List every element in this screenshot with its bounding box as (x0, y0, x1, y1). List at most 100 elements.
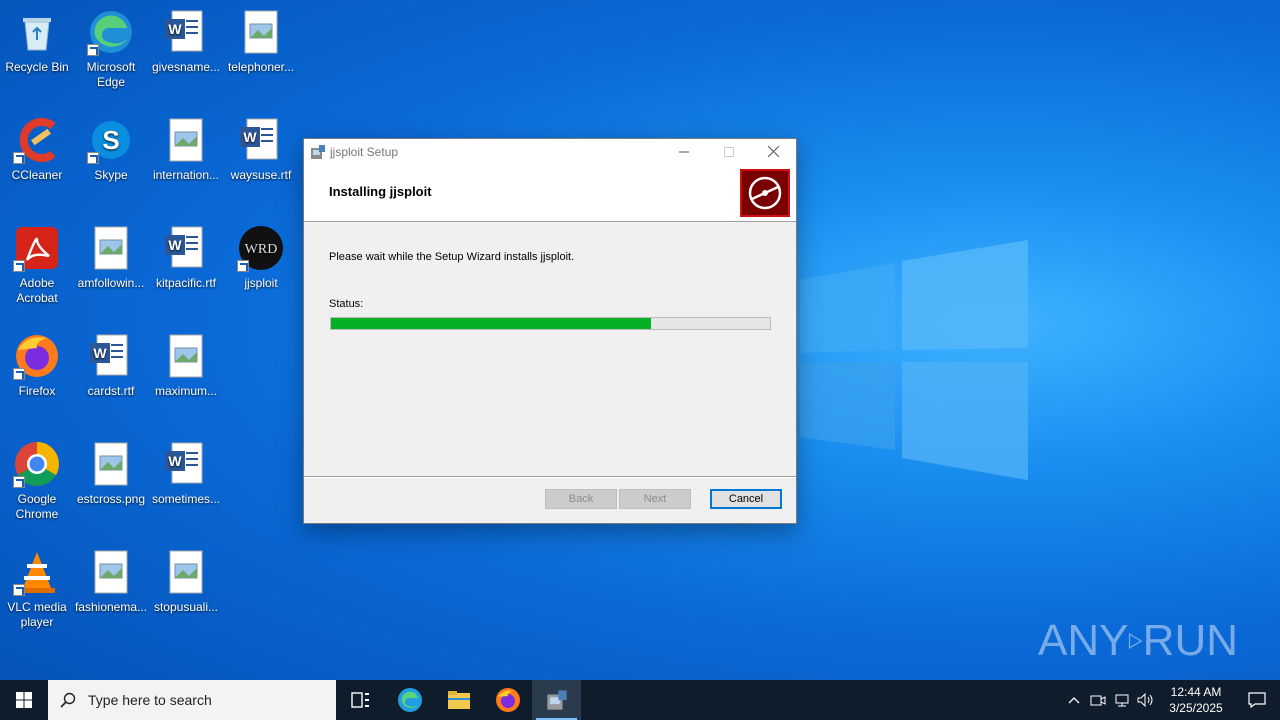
desktop-icon-label: internation... (152, 168, 220, 182)
taskbar-installer[interactable] (532, 680, 581, 720)
image-file-icon (162, 116, 210, 164)
shortcut-arrow-icon (13, 476, 25, 488)
desktop-icon[interactable]: WRD jjsploit (223, 224, 299, 291)
desktop-icon-label: Google Chrome (15, 492, 59, 521)
desktop-icon[interactable]: estcross.png (73, 440, 149, 507)
notification-icon (1248, 692, 1266, 708)
file-explorer-icon (447, 691, 470, 709)
desktop-icon[interactable]: stopusuali... (148, 548, 224, 615)
svg-text:W: W (93, 345, 107, 361)
desktop-icon-label: stopusuali... (153, 600, 219, 614)
desktop-icon-label: amfollowin... (77, 276, 145, 290)
cancel-button[interactable]: Cancel (710, 489, 782, 509)
minimize-icon (678, 151, 689, 152)
network-icon (1115, 694, 1129, 707)
installer-icon (311, 144, 325, 159)
install-message: Please wait while the Setup Wizard insta… (329, 251, 575, 263)
system-tray: 12:44 AM 3/25/2025 (1062, 680, 1280, 720)
status-label: Status: (329, 298, 364, 310)
vlc-icon (13, 548, 61, 596)
desktop-icon-label: givesname... (151, 60, 221, 74)
desktop-icon[interactable]: CCleaner (0, 116, 75, 183)
taskbar: Type here to search 12:44 AM 3/25/2025 (0, 680, 1280, 720)
word-doc-icon: W (162, 8, 210, 56)
task-view-icon (350, 692, 369, 708)
watermark-left: ANY (1038, 616, 1129, 665)
desktop-icon-label: CCleaner (11, 168, 63, 182)
header-title: Installing jjsploit (329, 184, 432, 199)
installer-icon (546, 690, 567, 710)
minimize-button[interactable] (661, 139, 706, 164)
desktop-icon[interactable]: maximum... (148, 332, 224, 399)
edge-icon (87, 8, 135, 56)
maximize-button (706, 139, 751, 164)
desktop-icon[interactable]: VLC media player (0, 548, 75, 630)
shortcut-arrow-icon (237, 260, 249, 272)
desktop-icon[interactable]: Wwaysuse.rtf (223, 116, 299, 183)
windows-wallpaper-logo (800, 240, 1028, 480)
desktop-icon[interactable]: Wgivesname... (148, 8, 224, 75)
recycle-bin-icon (13, 8, 61, 56)
dialog-titlebar[interactable]: jjsploit Setup (304, 139, 796, 164)
desktop-icon-label: sometimes... (151, 492, 220, 506)
volume-button[interactable] (1134, 693, 1158, 707)
desktop-icon[interactable]: Microsoft Edge (73, 8, 149, 90)
desktop-icon[interactable]: S Skype (73, 116, 149, 183)
svg-text:WRD: WRD (245, 242, 278, 257)
word-doc-icon: W (162, 440, 210, 488)
desktop-icon-label: Recycle Bin (5, 60, 69, 74)
taskbar-edge[interactable] (385, 680, 434, 720)
show-hidden-icons-button[interactable] (1062, 696, 1086, 704)
taskbar-file-explorer[interactable] (434, 680, 483, 720)
desktop-icon[interactable]: Wcardst.rtf (73, 332, 149, 399)
desktop-icon-label: Adobe Acrobat (16, 276, 58, 305)
installer-banner (740, 169, 790, 217)
desktop-icon[interactable]: Firefox (0, 332, 75, 399)
desktop-icon[interactable]: Google Chrome (0, 440, 75, 522)
firefox-icon (495, 688, 520, 712)
start-button[interactable] (0, 680, 48, 720)
network-button[interactable] (1110, 693, 1134, 707)
search-placeholder: Type here to search (88, 692, 212, 708)
acrobat-icon (13, 224, 61, 272)
task-view-button[interactable] (336, 680, 385, 720)
jjsploit-icon: WRD (237, 224, 285, 272)
watermark-right: RUN (1142, 616, 1238, 665)
svg-text:W: W (243, 129, 257, 145)
close-icon (768, 146, 779, 157)
meet-now-button[interactable] (1086, 693, 1110, 707)
camera-icon (1090, 695, 1106, 706)
svg-text:W: W (168, 237, 182, 253)
search-icon (60, 692, 76, 708)
desktop-icon[interactable]: Wsometimes... (148, 440, 224, 507)
taskbar-clock[interactable]: 12:44 AM 3/25/2025 (1158, 684, 1234, 716)
clock-date: 3/25/2025 (1169, 701, 1223, 715)
ccleaner-icon (13, 116, 61, 164)
desktop-icon[interactable]: Recycle Bin (0, 8, 75, 75)
image-file-icon (162, 548, 210, 596)
windows-start-icon (16, 692, 32, 708)
desktop-icon-label: Firefox (18, 384, 56, 398)
desktop-icon[interactable]: fashionema... (73, 548, 149, 615)
desktop-icon[interactable]: internation... (148, 116, 224, 183)
desktop-icon[interactable]: telephoner... (223, 8, 299, 75)
maximize-icon (723, 146, 734, 157)
desktop-icon[interactable]: Wkitpacific.rtf (148, 224, 224, 291)
close-button[interactable] (751, 139, 796, 164)
shortcut-arrow-icon (13, 368, 25, 380)
word-doc-icon: W (237, 116, 285, 164)
svg-text:S: S (102, 125, 119, 155)
desktop-icon[interactable]: amfollowin... (73, 224, 149, 291)
dialog-window-title: jjsploit Setup (330, 144, 399, 159)
image-file-icon (87, 224, 135, 272)
desktop-icon[interactable]: Adobe Acrobat (0, 224, 75, 306)
play-triangle-icon (1129, 633, 1143, 649)
anyrun-watermark: ANY RUN (1038, 608, 1238, 674)
image-file-icon (87, 548, 135, 596)
action-center-button[interactable] (1234, 692, 1280, 708)
image-file-icon (237, 8, 285, 56)
taskbar-firefox[interactable] (483, 680, 532, 720)
taskbar-search-box[interactable]: Type here to search (48, 680, 336, 720)
setup-dialog: jjsploit Setup Installing jjsploit Pleas… (303, 138, 797, 524)
shortcut-arrow-icon (13, 584, 25, 596)
